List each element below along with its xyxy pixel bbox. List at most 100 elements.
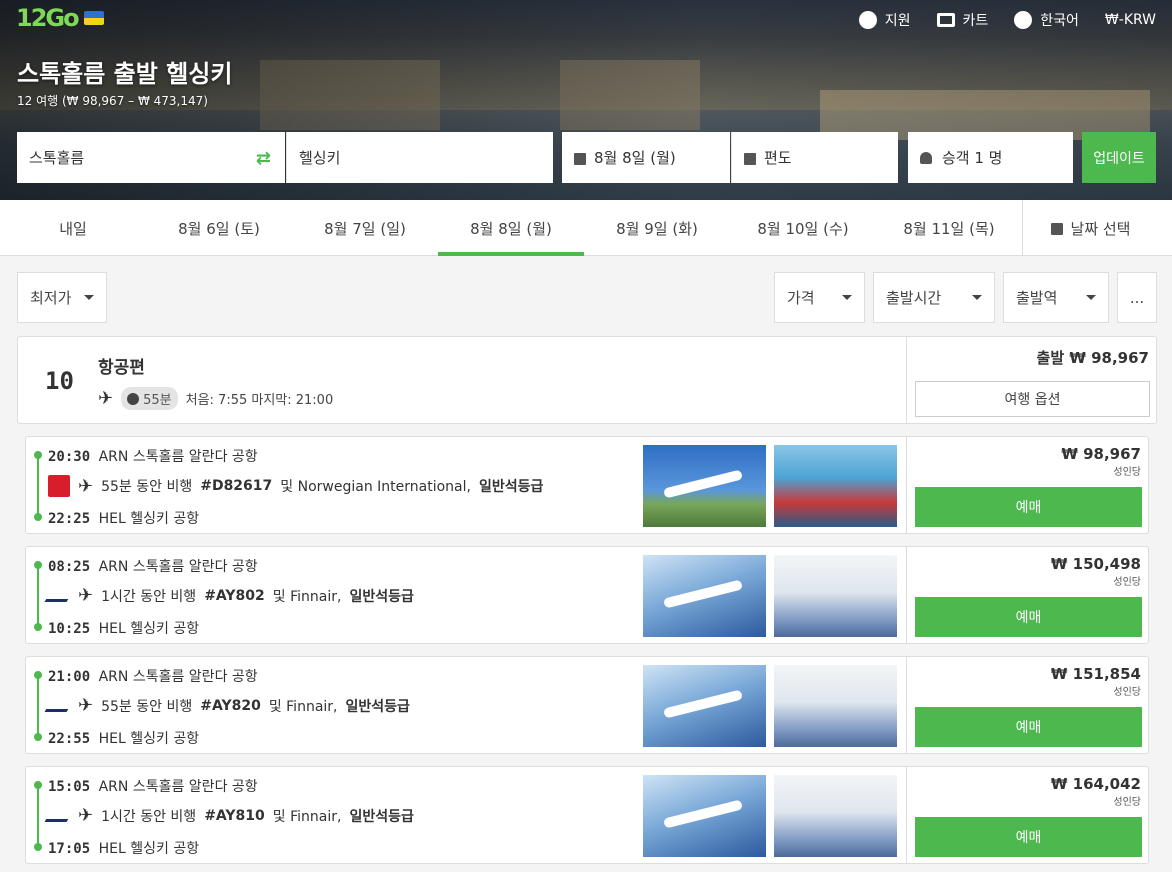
person-icon	[920, 151, 932, 164]
book-button[interactable]: 예매	[915, 707, 1142, 747]
arrival-time: 17:05	[48, 841, 91, 857]
airline-logo-icon	[44, 809, 74, 822]
arrival: 10:25 HEL 헬싱키 공항	[48, 618, 199, 638]
aircraft-shape	[662, 799, 744, 829]
to-value: 헬싱키	[299, 149, 341, 167]
book-button[interactable]: 예매	[915, 487, 1142, 527]
departure-time: 08:25	[48, 559, 91, 575]
logo-text: 12Go	[16, 4, 80, 32]
result-card[interactable]: 20:30 ARN 스톡홀름 알란다 공항 ✈ 55분 동안 비행 #D8261…	[25, 436, 1149, 534]
date-tab[interactable]: 8월 11일 (목)	[876, 200, 1022, 256]
ticket-price: ₩ 164,042	[1050, 775, 1141, 793]
date-field[interactable]: 8월 8일 (월)	[562, 132, 730, 183]
route-line	[37, 785, 39, 847]
aircraft-photo[interactable]	[643, 775, 766, 857]
caret-down-icon	[84, 295, 94, 300]
aircraft-shape	[662, 689, 744, 719]
nav-language-label: 한국어	[1040, 13, 1079, 29]
results-summary: 10 항공편 ✈ 55분 처음: 7:55 마지막: 21:00 출발 ₩ 98…	[17, 336, 1157, 424]
site-logo[interactable]: 12Go	[16, 4, 104, 32]
page-title: 스톡홀름 출발 헬싱키	[17, 60, 233, 88]
date-tab[interactable]: 내일	[0, 200, 146, 256]
flight-number: #D82617	[200, 478, 273, 494]
cabin-photo[interactable]	[774, 445, 897, 527]
arrival-station: HEL 헬싱키 공항	[98, 731, 200, 747]
result-card[interactable]: 15:05 ARN 스톡홀름 알란다 공항 ✈ 1시간 동안 비행 #AY810…	[25, 766, 1149, 864]
flight-number: #AY820	[200, 697, 261, 714]
arrival: 22:25 HEL 헬싱키 공항	[48, 508, 199, 528]
departure: 21:00 ARN 스톡홀름 알란다 공항	[48, 666, 258, 686]
book-button[interactable]: 예매	[915, 817, 1142, 857]
ticket-price: ₩ 98,967	[1061, 445, 1141, 463]
date-pick-button[interactable]: 날짜 선택	[1022, 200, 1158, 256]
date-tab[interactable]: 8월 7일 (일)	[292, 200, 438, 256]
from-field[interactable]: 스톡홀름 ⇄	[17, 132, 285, 183]
page-subtitle: 12 여행 (₩ 98,967 – ₩ 473,147)	[17, 94, 208, 108]
result-card[interactable]: 21:00 ARN 스톡홀름 알란다 공항 ✈ 55분 동안 비행 #AY820…	[25, 656, 1149, 754]
nav-language[interactable]: 한국어	[1014, 10, 1079, 30]
arrival-station: HEL 헬싱키 공항	[98, 621, 200, 637]
route-dot	[34, 781, 42, 789]
nav-support[interactable]: 지원	[858, 10, 911, 30]
caret-down-icon	[842, 295, 852, 300]
nav-cart[interactable]: 카트	[936, 10, 988, 30]
price-filter[interactable]: 가격	[774, 272, 865, 323]
cabin-photo[interactable]	[774, 775, 897, 857]
arrival: 22:55 HEL 헬싱키 공항	[48, 728, 199, 748]
globe-icon	[1014, 11, 1033, 29]
date-tab-active[interactable]: 8월 8일 (월)	[438, 200, 584, 256]
aircraft-photo[interactable]	[643, 665, 766, 747]
to-field[interactable]: 헬싱키	[286, 132, 553, 183]
route-dot	[34, 513, 42, 521]
price-per-label: 성인당	[1113, 467, 1141, 478]
aircraft-photo[interactable]	[643, 555, 766, 637]
route-line	[37, 565, 39, 627]
summary-price-panel: 출발 ₩ 98,967 여행 옵션	[906, 337, 1157, 423]
departure: 08:25 ARN 스톡홀름 알란다 공항	[48, 556, 258, 576]
first-last-times: 처음: 7:55 마지막: 21:00	[185, 393, 334, 408]
sort-dropdown[interactable]: 최저가	[17, 272, 107, 323]
flight-info: ✈ 1시간 동안 비행 #AY802 및 Finnair, 일반석등급	[44, 585, 414, 606]
cabin-photo[interactable]	[774, 665, 897, 747]
update-button[interactable]: 업데이트	[1082, 132, 1156, 183]
date-value: 8월 8일 (월)	[594, 149, 676, 167]
departure-time-filter[interactable]: 출발시간	[873, 272, 995, 323]
arrival-time: 22:55	[48, 731, 91, 747]
departure: 20:30 ARN 스톡홀름 알란다 공항	[48, 446, 258, 466]
nav-currency[interactable]: ₩-KRW	[1105, 10, 1156, 30]
station-filter[interactable]: 출발역	[1003, 272, 1109, 323]
arrival-time: 22:25	[48, 511, 91, 527]
book-button[interactable]: 예매	[915, 597, 1142, 637]
date-tab[interactable]: 8월 9일 (화)	[584, 200, 730, 256]
price-per-label: 성인당	[1113, 797, 1141, 808]
trip-options-button[interactable]: 여행 옵션	[915, 381, 1150, 417]
date-tabs: 내일 8월 6일 (토) 8월 7일 (일) 8월 8일 (월) 8월 9일 (…	[0, 200, 1172, 256]
airline-logo-icon	[48, 475, 70, 497]
station-filter-label: 출발역	[1016, 289, 1058, 307]
from-value: 스톡홀름	[29, 149, 85, 167]
price-panel: ₩ 151,854 성인당 예매	[906, 657, 1149, 753]
aircraft-photo[interactable]	[643, 445, 766, 527]
top-navigation: 지원 카트 한국어 ₩-KRW	[858, 10, 1156, 30]
return-value: 편도	[764, 149, 792, 167]
cabin-photo[interactable]	[774, 555, 897, 637]
route-dot	[34, 843, 42, 851]
calendar-icon	[744, 152, 756, 165]
date-tab[interactable]: 8월 6일 (토)	[146, 200, 292, 256]
plane-icon: ✈	[78, 695, 94, 716]
result-card[interactable]: 08:25 ARN 스톡홀름 알란다 공항 ✈ 1시간 동안 비행 #AY802…	[25, 546, 1149, 644]
flight-duration: 55분 동안 비행	[101, 479, 193, 495]
route-dot	[34, 733, 42, 741]
more-filters-button[interactable]: ...	[1117, 272, 1157, 323]
flight-duration: 1시간 동안 비행	[101, 808, 197, 825]
route-dot	[34, 451, 42, 459]
date-tab[interactable]: 8월 10일 (수)	[730, 200, 876, 256]
sort-label: 최저가	[30, 289, 72, 307]
caret-down-icon	[972, 295, 982, 300]
return-field[interactable]: 편도	[731, 132, 898, 183]
cabin-class: 일반석등급	[349, 588, 414, 605]
departure-station: ARN 스톡홀름 알란다 공항	[98, 779, 258, 795]
passengers-field[interactable]: 승객 1 명	[908, 132, 1073, 183]
calendar-icon	[574, 152, 586, 165]
swap-icon[interactable]: ⇄	[256, 148, 271, 169]
